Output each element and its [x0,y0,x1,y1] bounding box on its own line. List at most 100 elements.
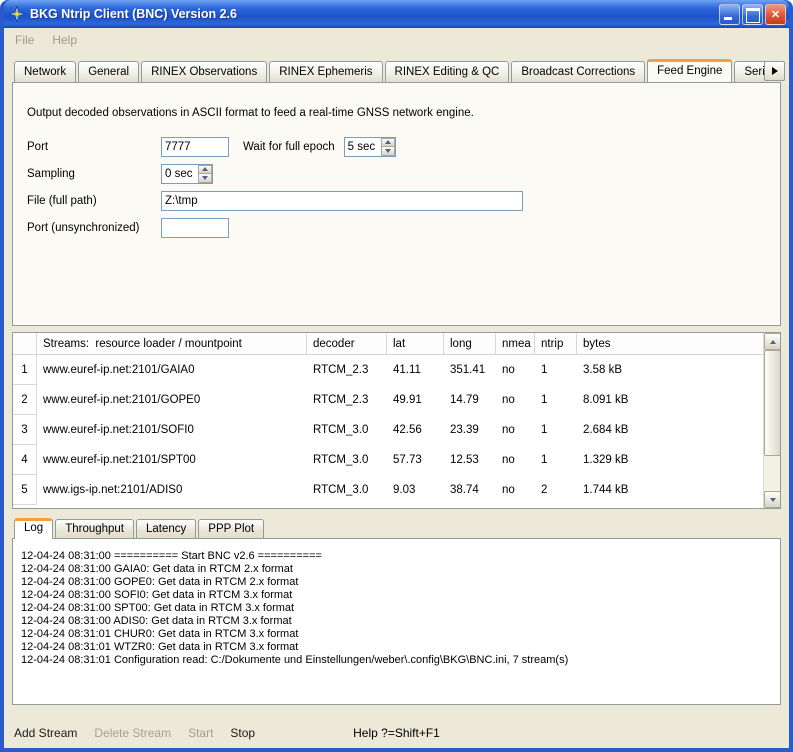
sampling-label: Sampling [27,168,161,180]
spin-up-button[interactable] [381,138,395,147]
minimize-button[interactable] [719,4,740,25]
port-label: Port [27,141,161,153]
wait-epoch-value: 5 sec [345,138,381,156]
tab-rinex-editing-qc[interactable]: RINEX Editing & QC [385,61,510,82]
cell-long: 351.41 [444,355,496,385]
cell-lat: 57.73 [387,445,444,475]
cell-mountpoint: www.euref-ip.net:2101/SPT00 [37,445,307,475]
vertical-scrollbar[interactable] [763,333,780,508]
column-header-ntrip[interactable]: ntrip [535,333,577,354]
menu-help[interactable]: Help [52,33,77,47]
spin-up-button[interactable] [198,165,212,174]
cell-decoder: RTCM_3.0 [307,415,387,445]
cell-ntrip: 1 [535,385,577,415]
scroll-down-button[interactable] [764,491,781,508]
cell-bytes: 1.329 kB [577,445,763,475]
log-line: 12-04-24 08:31:00 GOPE0: Get data in RTC… [21,576,774,589]
bottom-tab-bar: LogThroughputLatencyPPP Plot [12,517,781,538]
cell-bytes: 3.58 kB [577,355,763,385]
port-unsync-row: Port (unsynchronized) [27,217,774,238]
arrow-down-icon [770,498,776,502]
spin-down-button[interactable] [198,173,212,183]
window-controls [719,4,786,25]
window-body: File Help NetworkGeneralRINEX Observatio… [4,28,789,748]
cell-lat: 41.11 [387,355,444,385]
log-line: 12-04-24 08:31:01 CHUR0: Get data in RTC… [21,628,774,641]
streams-table-body: 1www.euref-ip.net:2101/GAIA0RTCM_2.341.1… [13,355,763,505]
cell-bytes: 2.684 kB [577,415,763,445]
scrollbar-thumb[interactable] [764,350,781,456]
title-bar[interactable]: BKG Ntrip Client (BNC) Version 2.6 [4,0,789,28]
arrow-down-icon [385,149,391,153]
column-header-mountpoint[interactable]: Streams: resource loader / mountpoint [37,333,307,354]
cell-nmea: no [496,385,535,415]
tab-rinex-observations[interactable]: RINEX Observations [141,61,267,82]
port-unsync-label: Port (unsynchronized) [27,222,161,234]
tab-bar: NetworkGeneralRINEX ObservationsRINEX Ep… [12,58,767,82]
tab-network[interactable]: Network [14,61,76,82]
start-button[interactable]: Start [188,726,213,740]
feed-engine-description: Output decoded observations in ASCII for… [27,107,774,119]
cell-mountpoint: www.igs-ip.net:2101/ADIS0 [37,475,307,505]
bottom-tab-latency[interactable]: Latency [136,519,196,538]
add-stream-button[interactable]: Add Stream [14,726,77,740]
cell-bytes: 1.744 kB [577,475,763,505]
delete-stream-button[interactable]: Delete Stream [94,726,171,740]
sampling-spin-buttons [198,165,212,183]
column-header-nmea[interactable]: nmea [496,333,535,354]
cell-long: 23.39 [444,415,496,445]
close-button[interactable] [765,4,786,25]
column-header-decoder[interactable]: decoder [307,333,387,354]
log-line: 12-04-24 08:31:01 WTZR0: Get data in RTC… [21,641,774,654]
file-path-input[interactable] [161,191,523,211]
cell-num: 3 [13,415,37,445]
table-row[interactable]: 4www.euref-ip.net:2101/SPT00RTCM_3.057.7… [13,445,763,475]
scroll-up-button[interactable] [764,333,781,350]
cell-decoder: RTCM_2.3 [307,355,387,385]
file-path-label: File (full path) [27,195,161,207]
help-button[interactable]: Help ?=Shift+F1 [353,726,440,740]
bottom-tab-throughput[interactable]: Throughput [55,519,134,538]
tab-serial-ou[interactable]: Serial Ou [734,61,767,82]
cell-nmea: no [496,445,535,475]
tab-scroll-right-button[interactable] [764,61,785,81]
maximize-button[interactable] [742,4,763,25]
sampling-value: 0 sec [162,165,198,183]
cell-lat: 42.56 [387,415,444,445]
cell-decoder: RTCM_2.3 [307,385,387,415]
arrow-right-icon [772,67,778,75]
tab-feed-engine[interactable]: Feed Engine [647,59,732,82]
cell-ntrip: 1 [535,415,577,445]
spin-down-button[interactable] [381,146,395,156]
port-input[interactable] [161,137,229,157]
tab-broadcast-corrections[interactable]: Broadcast Corrections [511,61,645,82]
table-row[interactable]: 5www.igs-ip.net:2101/ADIS0RTCM_3.09.0338… [13,475,763,505]
column-header-num[interactable] [13,333,37,354]
tab-general[interactable]: General [78,61,139,82]
bottom-tab-ppp-plot[interactable]: PPP Plot [198,519,264,538]
column-header-bytes[interactable]: bytes [577,333,763,354]
arrow-up-icon [385,140,391,144]
table-row[interactable]: 3www.euref-ip.net:2101/SOFI0RTCM_3.042.5… [13,415,763,445]
footer-buttons: Add Stream Delete Stream Start Stop [14,726,272,740]
log-line: 12-04-24 08:31:00 SPT00: Get data in RTC… [21,602,774,615]
cell-ntrip: 1 [535,355,577,385]
wait-epoch-spin-buttons [381,138,395,156]
table-row[interactable]: 1www.euref-ip.net:2101/GAIA0RTCM_2.341.1… [13,355,763,385]
bottom-tab-log[interactable]: Log [14,518,53,539]
wait-epoch-spinner[interactable]: 5 sec [344,137,396,157]
column-header-long[interactable]: long [444,333,496,354]
cell-num: 5 [13,475,37,505]
cell-decoder: RTCM_3.0 [307,475,387,505]
cell-decoder: RTCM_3.0 [307,445,387,475]
log-line: 12-04-24 08:31:00 SOFI0: Get data in RTC… [21,589,774,602]
tab-rinex-ephemeris[interactable]: RINEX Ephemeris [269,61,382,82]
menu-file[interactable]: File [15,33,34,47]
table-row[interactable]: 2www.euref-ip.net:2101/GOPE0RTCM_2.349.9… [13,385,763,415]
column-header-lat[interactable]: lat [387,333,444,354]
port-unsync-input[interactable] [161,218,229,238]
sampling-spinner[interactable]: 0 sec [161,164,213,184]
app-window: BKG Ntrip Client (BNC) Version 2.6 File … [0,0,793,752]
cell-nmea: no [496,355,535,385]
stop-button[interactable]: Stop [230,726,255,740]
